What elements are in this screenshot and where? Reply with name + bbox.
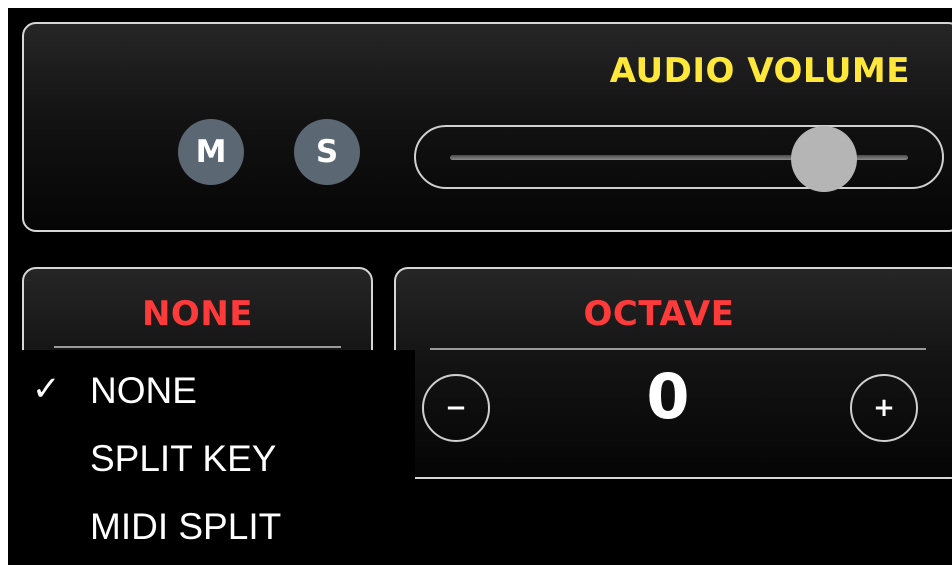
octave-title: OCTAVE — [583, 294, 735, 334]
octave-divider — [430, 348, 926, 350]
octave-value: 0 — [646, 360, 690, 433]
volume-slider-thumb[interactable] — [791, 126, 858, 192]
split-mode-title[interactable]: NONE — [22, 297, 373, 331]
solo-button[interactable]: S — [294, 119, 360, 185]
menu-item-label: NONE — [90, 370, 197, 411]
audio-volume-title: AUDIO VOLUME — [609, 51, 910, 91]
split-divider — [54, 346, 341, 348]
octave-decrease-button[interactable]: − — [422, 374, 490, 442]
mute-button[interactable]: M — [178, 119, 244, 185]
volume-slider[interactable] — [414, 125, 944, 192]
checkmark-icon: ✓ — [32, 370, 61, 408]
instrument-panel: AUDIO VOLUME M S NONE OCTAVE − 0 + ✓ NON… — [8, 8, 952, 565]
menu-item-label: MIDI SPLIT — [90, 506, 282, 547]
menu-item-label: SPLIT KEY — [90, 438, 277, 479]
octave-increase-button[interactable]: + — [850, 374, 918, 442]
